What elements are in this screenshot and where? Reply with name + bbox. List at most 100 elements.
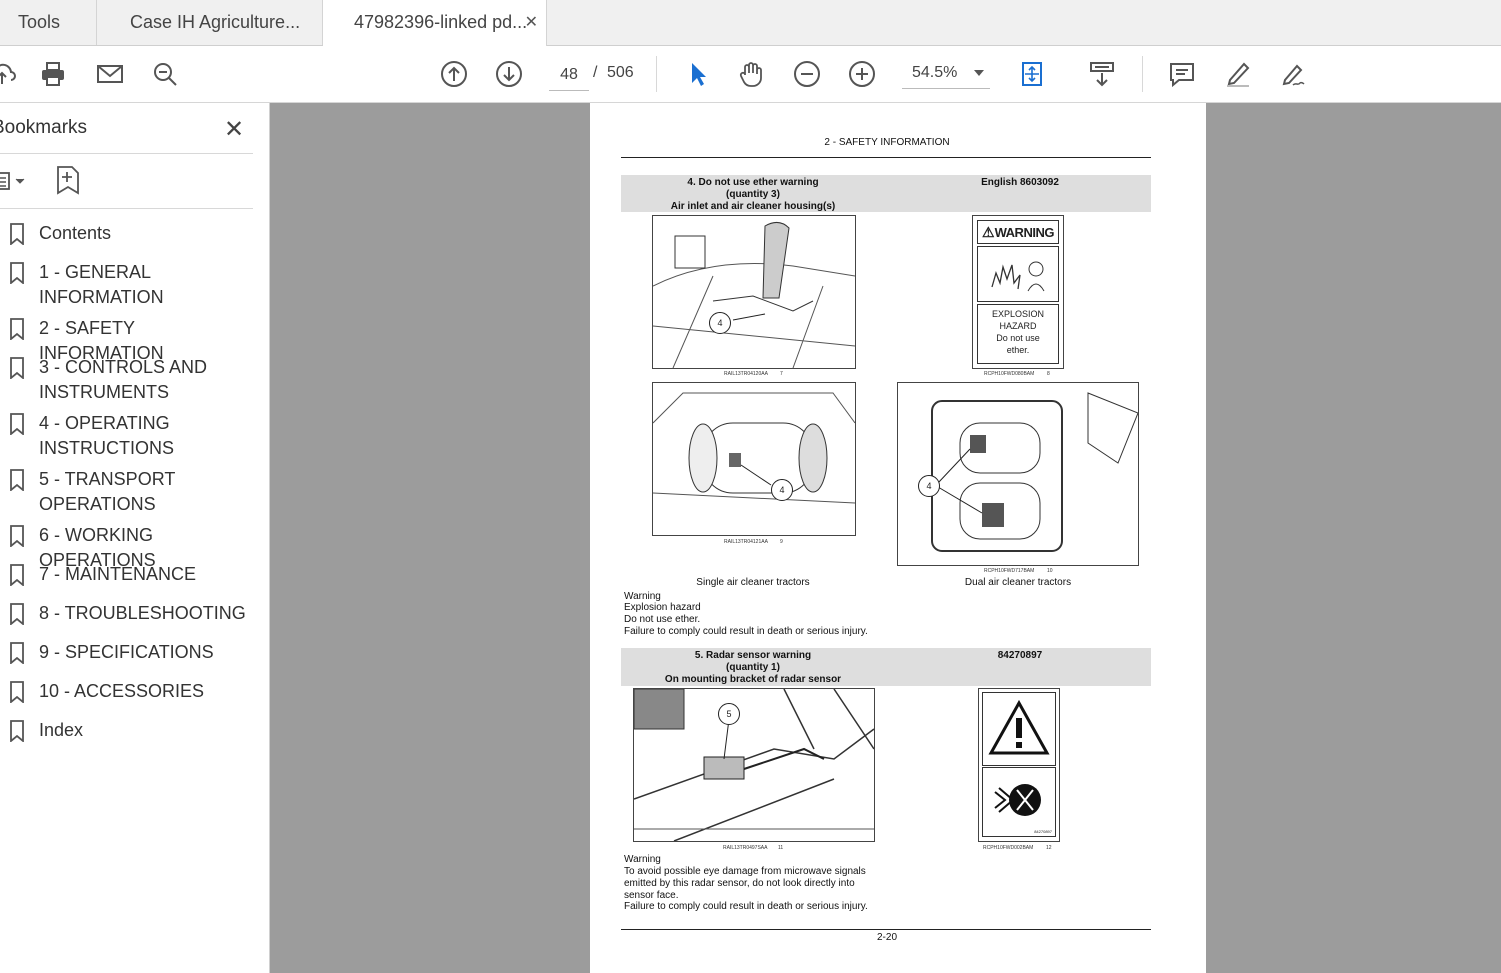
document-viewport[interactable]: 2 - SAFETY INFORMATION 4. Do not use eth… <box>270 103 1501 973</box>
decal-line: ether. <box>1006 345 1030 355</box>
header-rule <box>621 157 1151 158</box>
pdf-page: 2 - SAFETY INFORMATION 4. Do not use eth… <box>590 103 1206 973</box>
hand-tool-icon[interactable] <box>735 58 767 90</box>
bookmark-label: 10 - ACCESSORIES <box>39 681 205 701</box>
highlight-pen-icon[interactable] <box>1222 58 1254 90</box>
select-cursor-icon[interactable] <box>682 58 714 90</box>
figure-radar-sensor: 5 <box>633 688 875 842</box>
warning-text: Failure to comply could result in death … <box>624 626 868 637</box>
panel-title: Bookmarks <box>0 117 88 138</box>
figure-code: RAIL13TR04120AA <box>724 371 768 377</box>
tab-label: 47982396-linked pd... <box>354 12 528 32</box>
bookmark-icon <box>10 642 24 664</box>
bookmark-label: 4 - OPERATING INSTRUCTIONS <box>39 413 174 458</box>
next-page-icon[interactable] <box>493 58 525 90</box>
warning-text: Warning <box>624 591 661 602</box>
bookmark-icon <box>10 262 24 284</box>
eye-hazard-icon: 84270897 <box>982 767 1056 837</box>
print-icon[interactable] <box>37 58 69 90</box>
section-5-part-number: 84270897 <box>997 650 1043 661</box>
fit-page-icon[interactable] <box>1016 58 1048 90</box>
bookmark-icon <box>10 223 24 245</box>
figure-code: RAIL13TR04121AA <box>724 539 768 545</box>
zoom-select[interactable]: 54.5% <box>902 60 990 89</box>
section-4-quantity: (quantity 3) <box>726 189 780 200</box>
search-icon[interactable] <box>149 58 181 90</box>
tab-active-document[interactable]: 47982396-linked pd... ✕ <box>323 0 547 46</box>
section-4-part-number: English 8603092 <box>981 177 1059 188</box>
decal-line: HAZARD <box>999 321 1037 331</box>
bookmark-options-button[interactable] <box>0 169 30 193</box>
section-5-quantity: (quantity 1) <box>726 662 780 673</box>
email-icon[interactable] <box>94 58 126 90</box>
divider <box>0 153 253 154</box>
section-5-location: On mounting bracket of radar sensor <box>664 674 842 685</box>
bookmark-icon <box>10 525 24 547</box>
tab-label: Tools <box>18 12 61 32</box>
footer-rule <box>621 929 1151 930</box>
bookmarks-panel: Bookmarks ✕ Contents 1 - GENERAL INFORMA… <box>0 103 270 973</box>
decal-warning-label: WARNING <box>994 224 1055 240</box>
figure-single-air-cleaner: 4 <box>652 382 856 536</box>
zoom-out-icon[interactable] <box>791 58 823 90</box>
warning-text: Explosion hazard <box>624 602 701 613</box>
bookmark-icon <box>10 469 24 491</box>
bookmark-icon <box>10 603 24 625</box>
close-panel-icon[interactable]: ✕ <box>224 115 244 144</box>
scroll-mode-icon[interactable] <box>1086 58 1118 90</box>
caption-dual: Dual air cleaner tractors <box>964 577 1072 588</box>
tab-label: Case IH Agriculture... <box>130 12 301 32</box>
page-number-input[interactable] <box>549 60 589 91</box>
decal-line: EXPLOSION <box>991 309 1045 319</box>
add-bookmark-icon[interactable] <box>54 165 82 195</box>
previous-page-icon[interactable] <box>438 58 470 90</box>
section-4-location: Air inlet and air cleaner housing(s) <box>670 201 836 212</box>
figure-code: RCPH10FWD080BAM <box>984 371 1035 377</box>
decal-code: 84270897 <box>1034 829 1052 834</box>
warning-decal: ⚠ WARNING EXPLOSION HAZARD Do not use et… <box>972 215 1064 369</box>
chevron-down-icon[interactable] <box>974 70 984 76</box>
bookmark-label: 8 - TROUBLESHOOTING <box>39 603 246 623</box>
figure-number: 7 <box>780 371 783 377</box>
section-5-title: 5. Radar sensor warning <box>694 650 812 661</box>
bookmark-label: Contents <box>39 223 112 243</box>
tab-case-ih[interactable]: Case IH Agriculture... <box>97 0 323 45</box>
section-4-title: 4. Do not use ether warning <box>687 177 819 188</box>
bookmark-icon <box>10 413 24 435</box>
figure-dual-air-cleaner: 4 <box>897 382 1139 566</box>
figure-number: 10 <box>1047 568 1053 574</box>
figure-number: 12 <box>1046 845 1052 851</box>
figure-code: RCPH10FWD002BAM <box>983 845 1034 851</box>
figure-number: 8 <box>1047 371 1050 377</box>
warning-text: To avoid possible eye damage from microw… <box>624 866 866 877</box>
tab-close-icon[interactable]: ✕ <box>525 0 538 45</box>
bookmark-label: 7 - MAINTENANCE <box>39 564 197 584</box>
bookmark-icon <box>10 720 24 742</box>
comment-icon[interactable] <box>1166 58 1198 90</box>
callout-5: 5 <box>718 703 740 725</box>
caption-single: Single air cleaner tractors <box>696 577 810 588</box>
bookmark-label: 5 - TRANSPORT OPERATIONS <box>39 469 176 514</box>
warning-text: emitted by this radar sensor, do not loo… <box>624 878 855 889</box>
figure-number: 11 <box>778 845 784 851</box>
bookmark-label: 3 - CONTROLS AND INSTRUMENTS <box>39 357 208 402</box>
bookmark-label: Index <box>39 720 84 740</box>
zoom-in-icon[interactable] <box>846 58 878 90</box>
warning-triangle-icon: ⚠ <box>982 223 995 240</box>
decal-line: Do not use <box>996 333 1040 343</box>
sign-icon[interactable] <box>1277 58 1309 90</box>
radar-warning-decal: 84270897 <box>978 688 1060 842</box>
cloud-upload-icon[interactable] <box>0 58 18 90</box>
figure-code: RCPH10FWD717BAM <box>984 568 1035 574</box>
warning-text: Failure to comply could result in death … <box>624 901 868 912</box>
callout-4: 4 <box>709 312 731 334</box>
warning-triangle-icon <box>982 692 1056 766</box>
page-total: 506 <box>607 64 634 81</box>
page-header: 2 - SAFETY INFORMATION <box>824 137 950 148</box>
divider <box>0 208 253 209</box>
bookmark-label: 1 - GENERAL INFORMATION <box>39 262 164 307</box>
tab-tools[interactable]: Tools <box>0 0 97 45</box>
bookmark-icon <box>10 357 24 379</box>
page-separator: / <box>593 64 598 81</box>
toolbar <box>0 46 1501 121</box>
